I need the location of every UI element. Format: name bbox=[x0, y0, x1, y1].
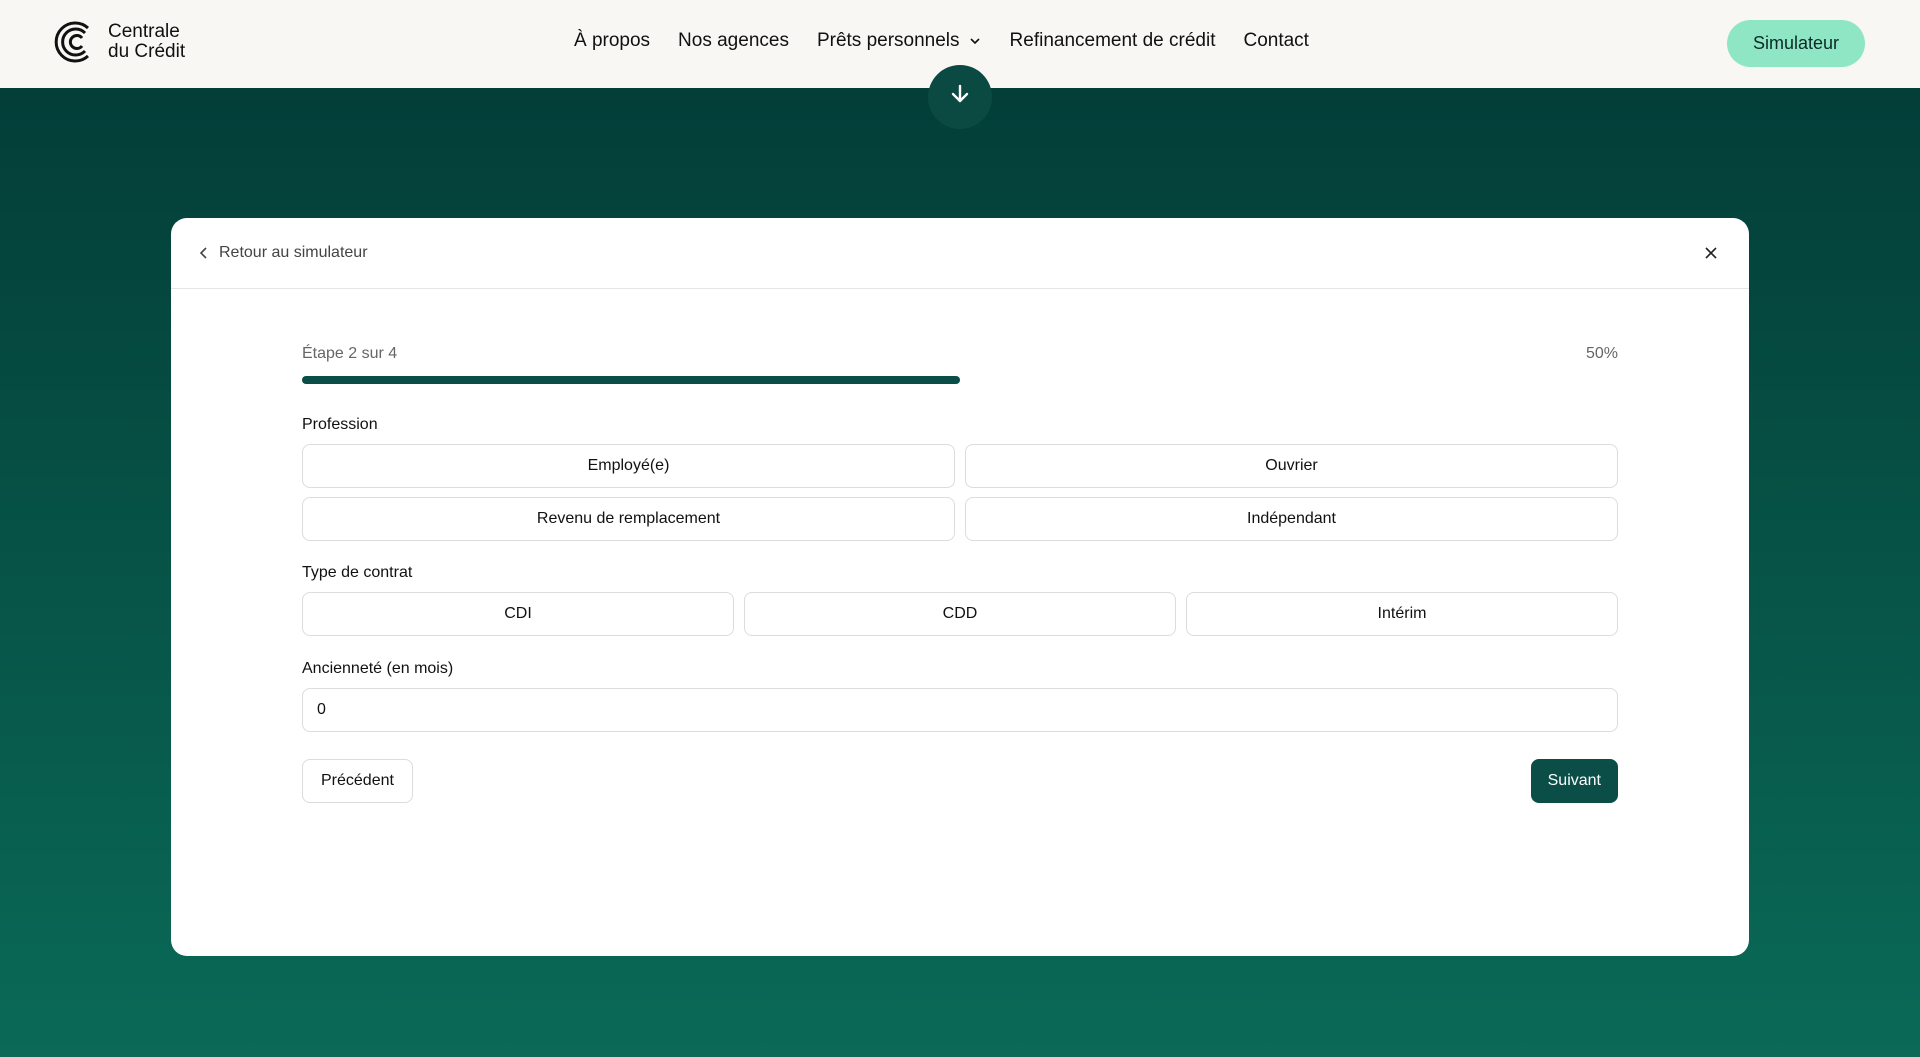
nav-item-label: Prêts personnels bbox=[816, 30, 960, 51]
contract-type-label: Type de contrat bbox=[302, 564, 413, 581]
chevron-left-icon bbox=[199, 247, 207, 259]
nav-item-contact[interactable]: Contact bbox=[1243, 30, 1308, 52]
contract-type-options: CDI CDD Intérim bbox=[302, 592, 1618, 636]
contract-option-cdd[interactable]: CDD bbox=[744, 592, 1176, 636]
chevron-down-icon bbox=[969, 38, 980, 45]
logo-mark-icon bbox=[54, 21, 90, 63]
seniority-value: 0 bbox=[317, 701, 326, 718]
modal-header: Retour au simulateur bbox=[171, 218, 1749, 289]
back-to-simulator-link[interactable]: Retour au simulateur bbox=[199, 244, 368, 262]
progress-bar bbox=[302, 376, 1618, 384]
close-button[interactable] bbox=[1701, 243, 1721, 263]
back-link-label: Retour au simulateur bbox=[219, 244, 368, 261]
step-indicator: Étape 2 sur 4 bbox=[302, 345, 398, 362]
main-nav: À propos Nos agences Prêts personnels Re… bbox=[574, 30, 1309, 52]
seniority-input[interactable]: 0 bbox=[302, 688, 1618, 732]
nav-item-prets-personnels[interactable]: Prêts personnels bbox=[817, 30, 982, 52]
nav-item-nos-agences[interactable]: Nos agences bbox=[678, 30, 789, 52]
profession-options: Employé(e) Ouvrier Revenu de remplacemen… bbox=[302, 444, 1618, 541]
close-icon bbox=[1705, 247, 1717, 259]
profession-option-ouvrier[interactable]: Ouvrier bbox=[965, 444, 1618, 488]
seniority-label: Ancienneté (en mois) bbox=[302, 660, 454, 677]
logo[interactable]: Centrale du Crédit bbox=[54, 20, 185, 64]
next-button[interactable]: Suivant bbox=[1530, 759, 1618, 803]
progress-percent: 50% bbox=[1585, 345, 1618, 362]
arrow-down-icon bbox=[951, 84, 969, 103]
simulator-modal: Retour au simulateur Étape 2 sur 4 50% P… bbox=[171, 218, 1749, 956]
profession-label: Profession bbox=[302, 416, 378, 433]
profession-option-revenu-remplacement[interactable]: Revenu de remplacement bbox=[302, 497, 955, 541]
simulateur-button[interactable]: Simulateur bbox=[1727, 20, 1865, 67]
logo-text-line2: du Crédit bbox=[108, 41, 186, 62]
contract-option-interim[interactable]: Intérim bbox=[1186, 592, 1618, 636]
logo-text-line1: Centrale bbox=[108, 21, 180, 42]
nav-item-a-propos[interactable]: À propos bbox=[574, 30, 650, 52]
scroll-down-button[interactable] bbox=[928, 65, 992, 129]
step-form: Étape 2 sur 4 50% Profession Employé(e) … bbox=[302, 289, 1618, 803]
profession-option-independant[interactable]: Indépendant bbox=[965, 497, 1618, 541]
previous-button[interactable]: Précédent bbox=[302, 759, 413, 803]
nav-item-refinancement[interactable]: Refinancement de crédit bbox=[1010, 30, 1216, 52]
progress-bar-fill bbox=[302, 376, 960, 384]
contract-option-cdi[interactable]: CDI bbox=[302, 592, 734, 636]
profession-option-employe[interactable]: Employé(e) bbox=[302, 444, 955, 488]
